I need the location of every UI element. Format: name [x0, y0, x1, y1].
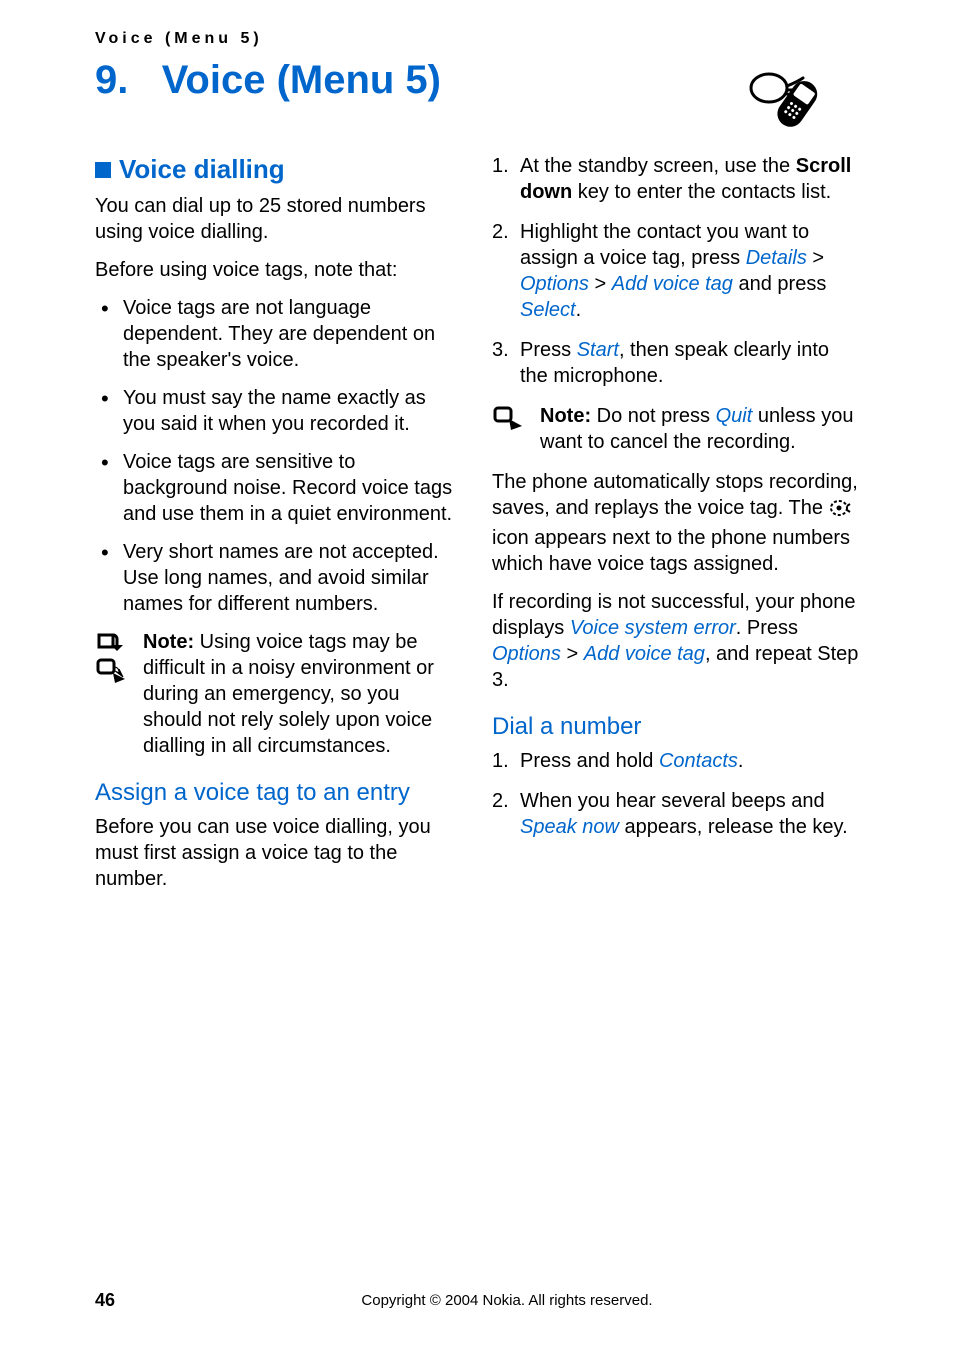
menu-path: Options [520, 273, 589, 295]
list-item: You must say the name exactly as you sai… [95, 385, 462, 437]
chapter-title: 9. Voice (Menu 5) [95, 58, 441, 103]
note-body: Note: Do not press Quit unless you want … [540, 403, 859, 455]
chapter-header: 9. Voice (Menu 5) [95, 58, 859, 153]
menu-path: Voice system error [570, 617, 736, 639]
assign-steps-list: 1. At the standby screen, use the Scroll… [492, 153, 859, 389]
voice-tag-icon [829, 498, 851, 525]
menu-path: Contacts [659, 750, 738, 772]
step-text: appears, release the key. [619, 816, 848, 838]
note-label: Note: [540, 405, 591, 427]
subsection-dial-a-number: Dial a number [492, 711, 859, 742]
list-item: Voice tags are sensitive to background n… [95, 449, 462, 527]
menu-path: Add voice tag [612, 273, 733, 295]
menu-path: Add voice tag [584, 643, 705, 665]
step-number: 1. [492, 748, 509, 774]
before-using-para: Before using voice tags, note that: [95, 257, 462, 283]
para-text: The phone automatically stops recording,… [492, 471, 858, 519]
recording-fail-para: If recording is not successful, your pho… [492, 589, 859, 693]
chapter-number: 9. [95, 58, 128, 102]
page-footer: 46 Copyright © 2004 Nokia. All rights re… [95, 1290, 859, 1311]
step-number: 3. [492, 337, 509, 363]
copyright-text: Copyright © 2004 Nokia. All rights reser… [155, 1292, 859, 1309]
list-item: 2. Highlight the contact you want to ass… [492, 219, 859, 323]
section-voice-dialling: Voice dialling [95, 153, 462, 187]
voice-phone-icon [739, 58, 859, 138]
subsection-assign-voice-tag: Assign a voice tag to an entry [95, 777, 462, 808]
assign-para: Before you can use voice dialling, you m… [95, 814, 462, 892]
step-text: At the standby screen, use the [520, 155, 796, 177]
step-text: Press [520, 339, 577, 361]
right-column: 1. At the standby screen, use the Scroll… [492, 153, 859, 904]
note-block: Note: Do not press Quit unless you want … [492, 403, 859, 455]
step-number: 2. [492, 219, 509, 245]
section-bullet-icon [95, 162, 111, 178]
section-title-text: Voice dialling [119, 153, 285, 187]
step-text: and press [733, 273, 826, 295]
list-item: 2. When you hear several beeps and Speak… [492, 788, 859, 840]
note-body: Note: Using voice tags may be difficult … [143, 629, 462, 759]
step-number: 2. [492, 788, 509, 814]
step-text: When you hear several beeps and [520, 790, 825, 812]
para-text: . Press [736, 617, 798, 639]
list-item: 3. Press Start, then speak clearly into … [492, 337, 859, 389]
running-head: Voice (Menu 5) [95, 30, 859, 48]
note-label: Note: [143, 631, 194, 653]
menu-path: Start [577, 339, 619, 361]
menu-path: Select [520, 299, 576, 321]
dial-steps-list: 1. Press and hold Contacts. 2. When you … [492, 748, 859, 840]
intro-para: You can dial up to 25 stored numbers usi… [95, 193, 462, 245]
note-arrow-icon [95, 629, 131, 759]
chapter-title-text: Voice (Menu 5) [162, 58, 441, 102]
list-item: Voice tags are not language dependent. T… [95, 295, 462, 373]
page-number: 46 [95, 1290, 155, 1311]
menu-path: Speak now [520, 816, 619, 838]
step-text: Press and hold [520, 750, 659, 772]
auto-stop-para: The phone automatically stops recording,… [492, 469, 859, 577]
menu-path: Details [746, 247, 807, 269]
list-item: Very short names are not accepted. Use l… [95, 539, 462, 617]
note-text: Do not press [591, 405, 716, 427]
two-column-layout: Voice dialling You can dial up to 25 sto… [95, 153, 859, 904]
left-column: Voice dialling You can dial up to 25 sto… [95, 153, 462, 904]
voice-tag-notes-list: Voice tags are not language dependent. T… [95, 295, 462, 617]
note-block: Note: Using voice tags may be difficult … [95, 629, 462, 759]
note-arrow-icon [492, 403, 528, 455]
menu-path: Quit [716, 405, 753, 427]
list-item: 1. Press and hold Contacts. [492, 748, 859, 774]
list-item: 1. At the standby screen, use the Scroll… [492, 153, 859, 205]
step-number: 1. [492, 153, 509, 179]
para-text: icon appears next to the phone numbers w… [492, 527, 850, 575]
step-text: key to enter the contacts list. [572, 181, 831, 203]
menu-path: Options [492, 643, 561, 665]
